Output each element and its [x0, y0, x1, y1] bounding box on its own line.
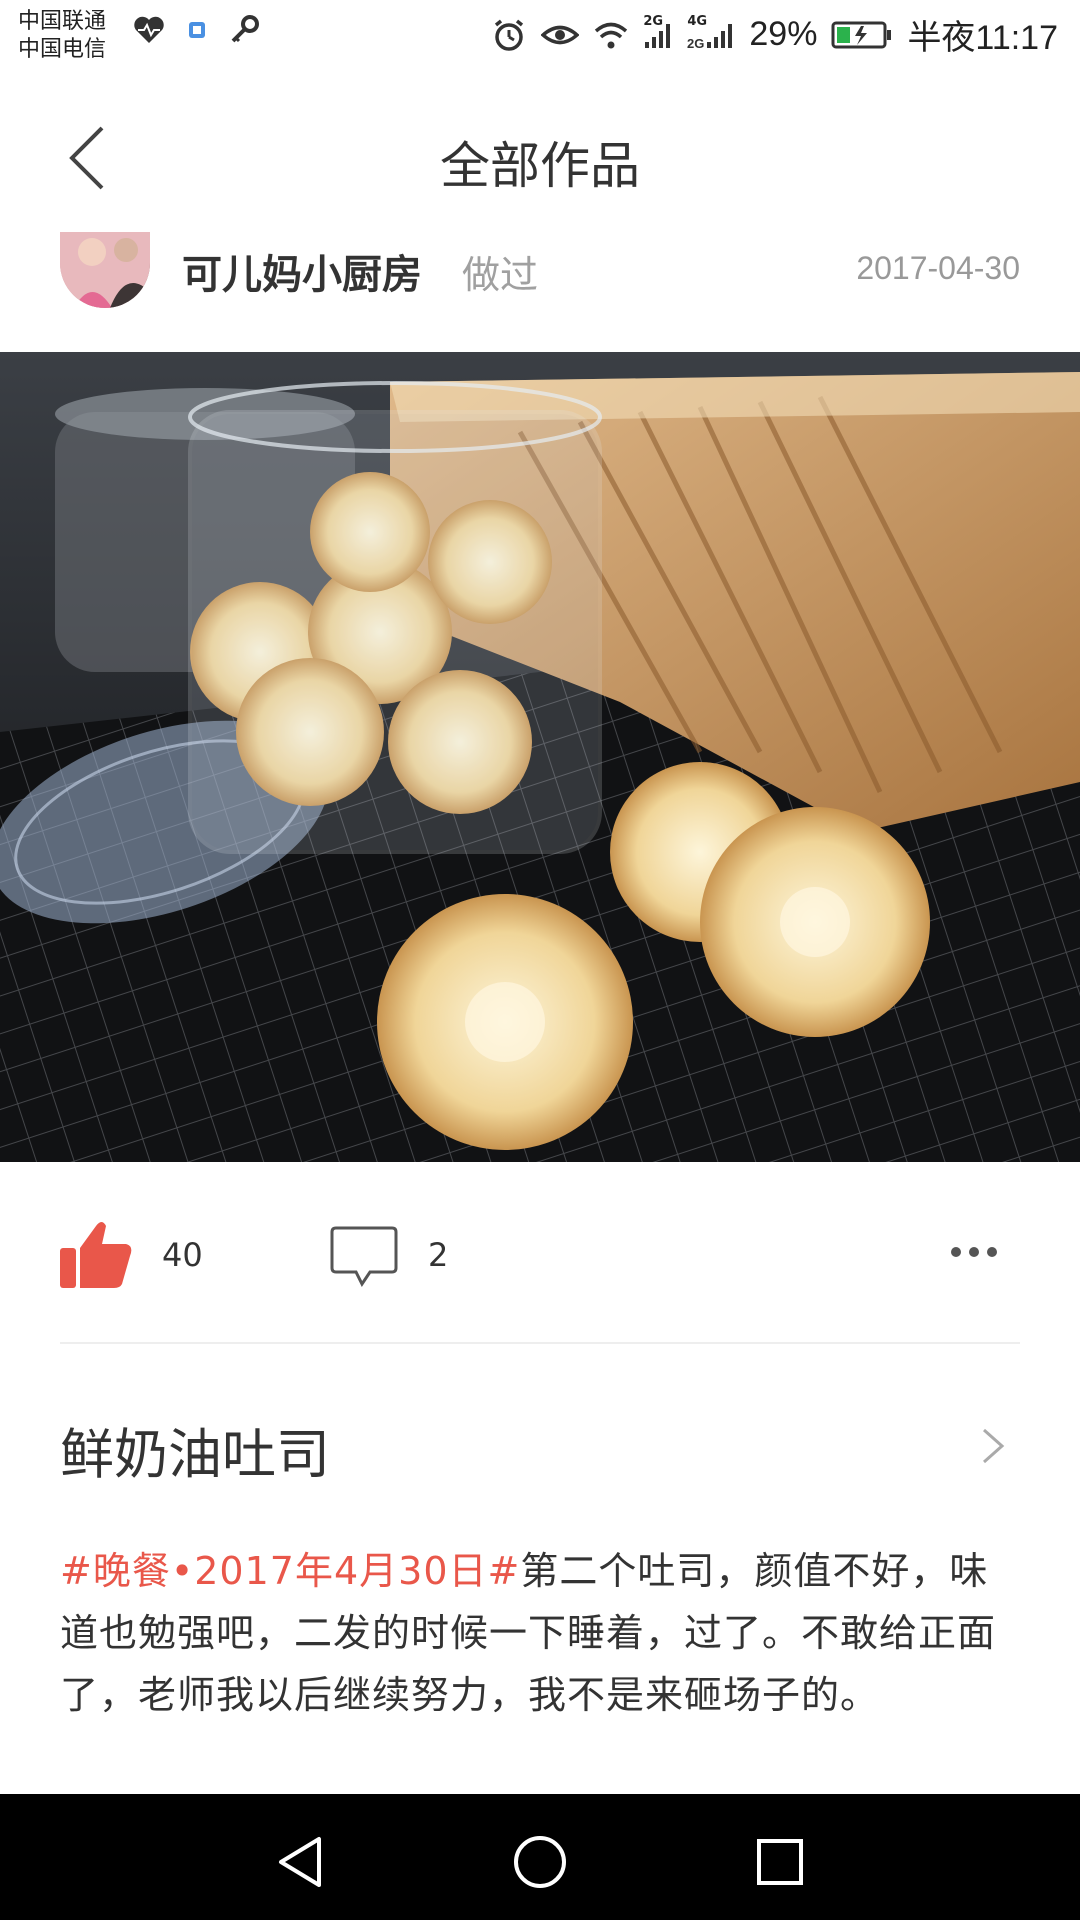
carrier-2: 中国电信 [18, 37, 107, 62]
status-left-icons [132, 14, 260, 50]
avatar-image [60, 232, 150, 308]
heartbeat-icon [132, 15, 166, 49]
nav-back-icon [279, 1837, 321, 1887]
signal-4g-label: 4G [687, 13, 708, 29]
navigation-bar [0, 1794, 1080, 1920]
status-time: 半夜11:17 [907, 19, 1058, 57]
nav-recents-button[interactable] [750, 1832, 810, 1892]
recipe-title: 鲜奶油吐司 [60, 1423, 330, 1486]
key-icon [228, 14, 260, 50]
wifi-icon [593, 20, 629, 50]
post-description: #晚餐•2017年4月30日#第二个吐司，颜值不好，味道也勉强吧，二发的时候一下… [60, 1540, 1020, 1726]
chevron-right-icon [980, 1426, 1006, 1470]
author-row: 可儿妈小厨房 做过 2017-04-30 [0, 232, 1080, 322]
nav-recents-icon [757, 1839, 803, 1885]
status-right: 2G 4G 2G 29% 半夜11:17 [491, 10, 1058, 59]
more-dots-icon [951, 1247, 997, 1257]
like-count: 40 [162, 1236, 203, 1274]
nav-home-icon [514, 1836, 566, 1888]
hashtag-link[interactable]: #晚餐•2017年4月30日# [60, 1549, 520, 1593]
eye-icon [541, 20, 580, 50]
carrier-info: 中国联通 中国电信 [18, 8, 106, 64]
action-label: 做过 [462, 253, 539, 297]
signal-2g-icon: 2G [643, 14, 673, 50]
nav-home-button[interactable] [510, 1832, 570, 1892]
nav-back-button[interactable] [270, 1832, 330, 1892]
photo-illustration [0, 352, 1080, 1162]
avatar[interactable] [60, 232, 150, 308]
signal-2g-label: 2G [643, 13, 664, 29]
post-date: 2017-04-30 [856, 250, 1020, 286]
status-bar: 中国联通 中国电信 2G 4G 2G 29% 半夜11:17 [0, 0, 1080, 72]
recipe-link[interactable]: 鲜奶油吐司 [0, 1400, 1080, 1490]
author-name[interactable]: 可儿妈小厨房 [182, 242, 422, 300]
comment-button[interactable] [330, 1224, 398, 1292]
comment-count: 2 [428, 1236, 449, 1274]
app-icon [188, 20, 206, 44]
battery-percent: 29% [749, 15, 818, 53]
header: 全部作品 [0, 90, 1080, 220]
alarm-icon [491, 17, 527, 53]
thumbs-up-icon [60, 1222, 132, 1288]
like-button[interactable] [58, 1218, 134, 1294]
divider [60, 1342, 1020, 1344]
battery-icon [831, 20, 893, 50]
comment-icon [330, 1226, 398, 1287]
signal-4g-icon: 4G 2G [687, 14, 735, 50]
svg-text:2G: 2G [687, 36, 704, 50]
more-button[interactable] [950, 1244, 998, 1263]
cookies-and-bread-photo[interactable] [0, 352, 1080, 1162]
page-title: 全部作品 [440, 137, 640, 195]
screen: 中国联通 中国电信 2G 4G 2G 29% 半夜11:17 全部作品 可儿妈小… [0, 0, 1080, 1920]
carrier-1: 中国联通 [18, 9, 107, 34]
actions-row: 40 2 [0, 1200, 1080, 1310]
